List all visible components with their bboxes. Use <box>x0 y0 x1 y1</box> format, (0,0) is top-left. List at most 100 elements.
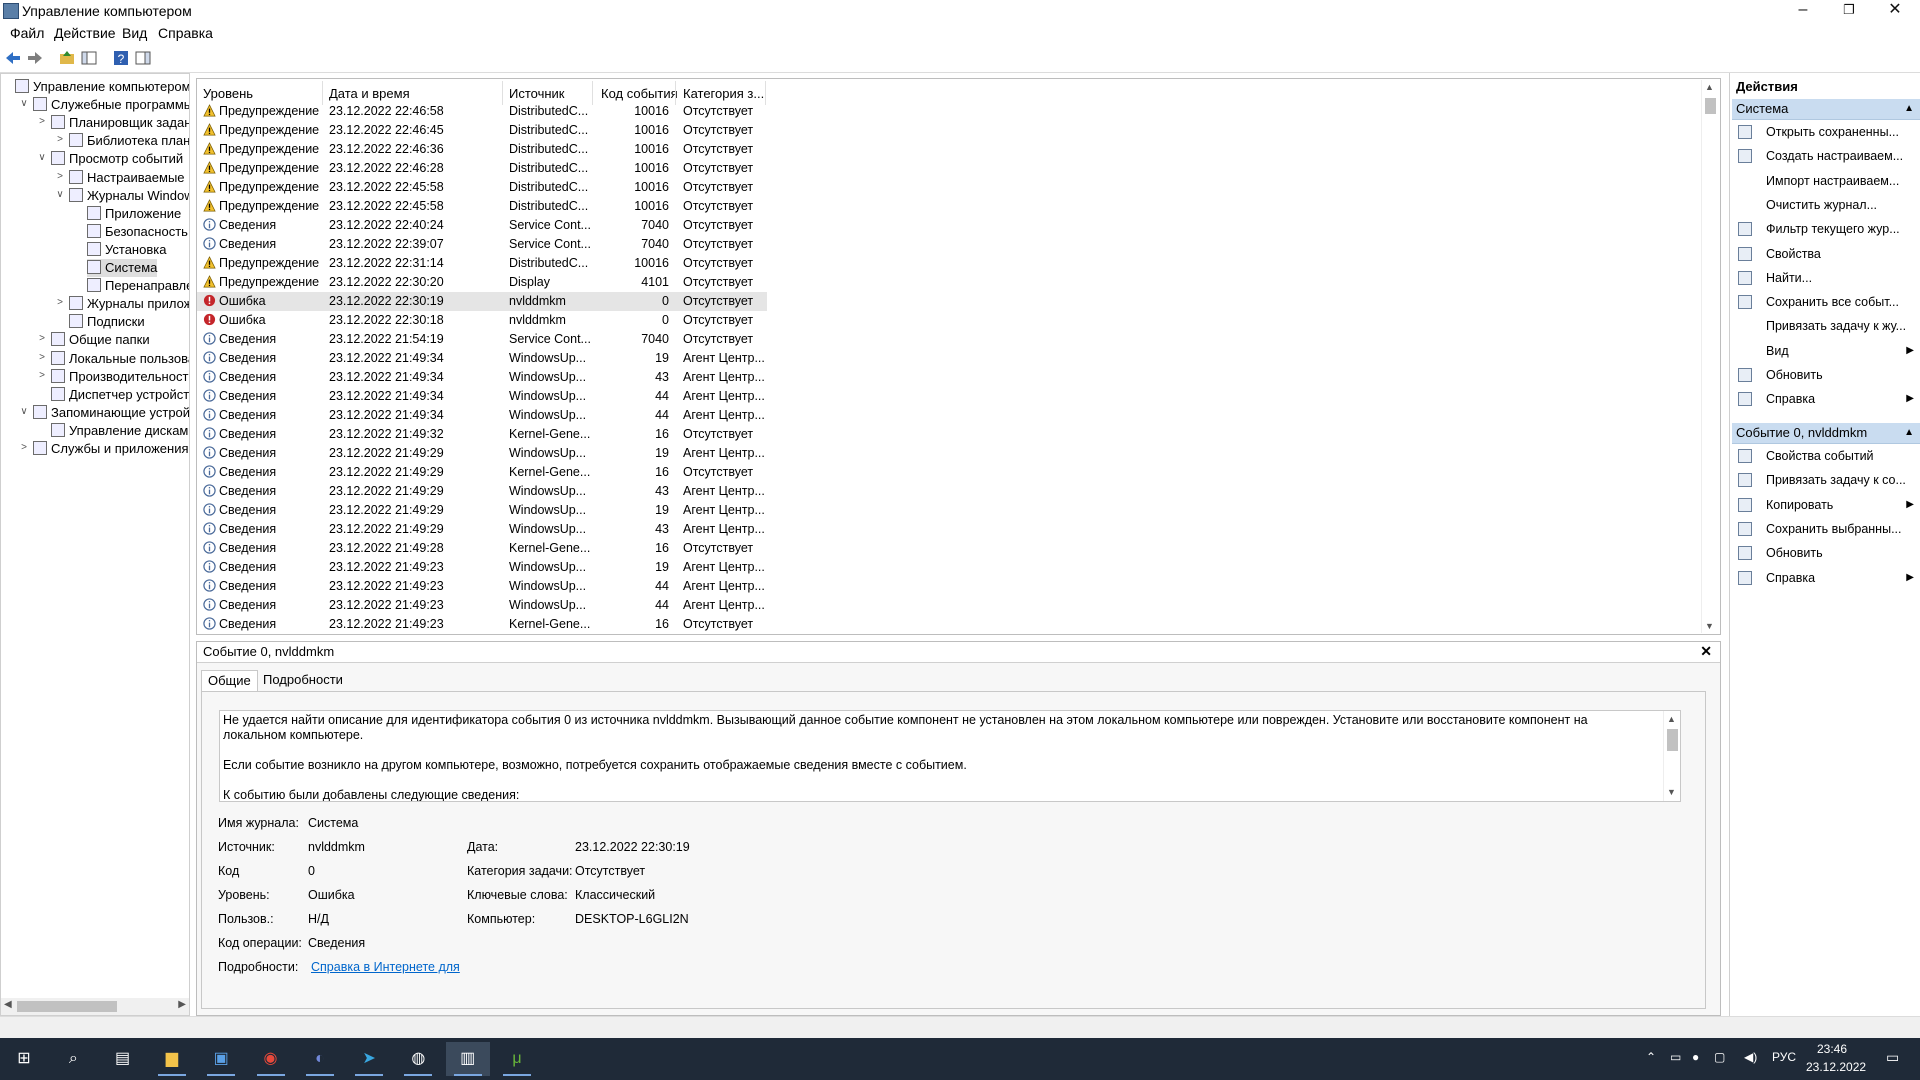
event-row[interactable]: Сведения 23.12.2022 21:49:23 Kernel-Gene..… <box>197 615 767 634</box>
tab-details[interactable]: Подробности <box>257 670 349 690</box>
collapsed-chevron-icon[interactable]: > <box>55 134 65 145</box>
event-row[interactable]: Сведения 23.12.2022 21:54:19 Service Cont.… <box>197 330 767 349</box>
task-view-icon[interactable]: ▤ <box>101 1042 145 1076</box>
event-row[interactable]: Предупреждение 23.12.2022 22:46:36 Distrib… <box>197 140 767 159</box>
utorrent-icon[interactable]: μ <box>495 1042 539 1076</box>
action-item[interactable]: Обновить <box>1732 364 1920 386</box>
scroll-down-icon[interactable]: ▼ <box>1667 785 1676 800</box>
tree-item[interactable]: Библиотека планир <box>69 132 189 150</box>
action-item[interactable]: Импорт настраиваем... <box>1732 170 1920 192</box>
action-item[interactable]: Вид ▶ <box>1732 340 1920 362</box>
event-row[interactable]: Предупреждение 23.12.2022 22:46:28 Distrib… <box>197 159 767 178</box>
scroll-left-icon[interactable]: ◀ <box>4 999 12 1010</box>
network-icon[interactable]: ▭ <box>1670 1050 1681 1064</box>
minimize-button[interactable]: – <box>1780 0 1826 22</box>
clock-time[interactable]: 23:46 <box>1817 1042 1847 1056</box>
steam-icon[interactable]: ◍ <box>396 1042 440 1076</box>
actions-section-event[interactable]: Событие 0, nvlddmkm ▲ <box>1732 423 1920 444</box>
scroll-up-icon[interactable]: ▲ <box>1667 712 1676 727</box>
event-row[interactable]: Сведения 23.12.2022 21:49:29 Kernel-Gene..… <box>197 463 767 482</box>
collapsed-chevron-icon[interactable]: > <box>37 352 47 363</box>
detail-close-icon[interactable]: ✕ <box>1700 643 1712 660</box>
scroll-right-icon[interactable]: ▶ <box>178 999 186 1010</box>
event-row[interactable]: Предупреждение 23.12.2022 22:46:58 Distrib… <box>197 102 767 121</box>
scroll-up-icon[interactable]: ▲ <box>1705 82 1714 92</box>
display-icon[interactable]: ▢ <box>1714 1050 1725 1064</box>
start-icon[interactable]: ⊞ <box>2 1042 46 1076</box>
tab-general[interactable]: Общие <box>201 670 258 691</box>
collapsed-chevron-icon[interactable]: > <box>55 297 65 308</box>
collapse-icon[interactable]: ▲ <box>1904 423 1914 443</box>
tree-item[interactable]: Управление компьютером (л <box>15 78 189 96</box>
event-row[interactable]: Предупреждение 23.12.2022 22:30:20 Display… <box>197 273 767 292</box>
maximize-button[interactable]: ❐ <box>1826 0 1872 22</box>
tree-item[interactable]: Служебные программы <box>33 96 189 114</box>
microphone-icon[interactable]: ● <box>1692 1050 1699 1064</box>
action-item[interactable]: Привязать задачу к со... <box>1732 469 1920 491</box>
language-indicator[interactable]: РУС <box>1772 1050 1796 1064</box>
menu-action[interactable]: Действие <box>54 25 116 41</box>
event-row[interactable]: Сведения 23.12.2022 21:49:29 WindowsUp... 1… <box>197 444 767 463</box>
event-row[interactable]: Сведения 23.12.2022 21:49:29 WindowsUp... 4… <box>197 482 767 501</box>
show-hide-tree-icon[interactable] <box>80 49 98 67</box>
tree-item[interactable]: Локальные пользовате <box>51 350 189 368</box>
tree-item[interactable]: Безопасность <box>87 223 188 241</box>
telegram-icon[interactable]: ➤ <box>347 1042 391 1076</box>
help-icon[interactable]: ? <box>112 49 130 67</box>
tree-item[interactable]: Журналы приложе <box>69 295 189 313</box>
event-description[interactable]: Не удается найти описание для идентифика… <box>219 710 1681 802</box>
action-item[interactable]: Создать настраиваем... <box>1732 145 1920 167</box>
tree-item[interactable]: Просмотр событий <box>51 150 183 168</box>
notifications-icon[interactable]: ▭ <box>1886 1049 1899 1066</box>
show-hidden-icons-icon[interactable]: ⌃ <box>1646 1050 1656 1064</box>
tree-item[interactable]: Настраиваемые пр <box>69 169 189 187</box>
tree-item[interactable]: Управление дисками <box>51 422 189 440</box>
tree-item[interactable]: Общие папки <box>51 331 150 349</box>
tree-item[interactable]: Производительность <box>51 368 189 386</box>
action-item[interactable]: Найти... <box>1732 267 1920 289</box>
menu-view[interactable]: Вид <box>122 25 147 41</box>
event-row[interactable]: Сведения 23.12.2022 21:49:32 Kernel-Gene..… <box>197 425 767 444</box>
chrome-icon[interactable]: ◉ <box>249 1042 293 1076</box>
event-row[interactable]: Сведения 23.12.2022 21:49:34 WindowsUp... 4… <box>197 387 767 406</box>
event-row[interactable]: Предупреждение 23.12.2022 22:31:14 Distrib… <box>197 254 767 273</box>
scroll-down-icon[interactable]: ▼ <box>1705 621 1714 631</box>
up-folder-icon[interactable] <box>58 49 76 67</box>
collapsed-chevron-icon[interactable]: > <box>37 370 47 381</box>
collapsed-chevron-icon[interactable]: > <box>19 442 29 453</box>
tree-item[interactable]: Установка <box>87 241 166 259</box>
action-item[interactable]: Сохранить все событ... <box>1732 291 1920 313</box>
discord-icon[interactable]: ◐ <box>298 1042 342 1076</box>
action-item[interactable]: Открыть сохраненны... <box>1732 121 1920 143</box>
tree-item[interactable]: Приложение <box>87 205 181 223</box>
event-row[interactable]: Предупреждение 23.12.2022 22:45:58 Distrib… <box>197 197 767 216</box>
show-hide-action-pane-icon[interactable] <box>134 49 152 67</box>
collapsed-chevron-icon[interactable]: > <box>37 333 47 344</box>
tree-item[interactable]: Подписки <box>69 313 145 331</box>
menu-help[interactable]: Справка <box>158 25 213 41</box>
action-item[interactable]: Свойства событий <box>1732 445 1920 467</box>
menu-file[interactable]: Файл <box>10 25 44 41</box>
expanded-chevron-icon[interactable]: ∨ <box>19 98 29 109</box>
action-item[interactable]: Копировать ▶ <box>1732 494 1920 516</box>
action-item[interactable]: Обновить <box>1732 542 1920 564</box>
scroll-thumb[interactable] <box>1667 729 1678 751</box>
action-item[interactable]: Фильтр текущего жур... <box>1732 218 1920 240</box>
event-row[interactable]: Сведения 23.12.2022 21:49:34 WindowsUp... 4… <box>197 368 767 387</box>
action-item[interactable]: Очистить журнал... <box>1732 194 1920 216</box>
event-row[interactable]: Ошибка 23.12.2022 22:30:18 nvlddmkm 0 Отсутс… <box>197 311 767 330</box>
forward-icon[interactable] <box>26 49 44 67</box>
scroll-thumb[interactable] <box>1705 98 1716 114</box>
date-value[interactable]: 23.12.2022 22:30:19 <box>575 840 690 854</box>
back-icon[interactable] <box>4 49 22 67</box>
store-icon[interactable]: ▣ <box>199 1042 243 1076</box>
collapsed-chevron-icon[interactable]: > <box>55 171 65 182</box>
horizontal-scrollbar[interactable]: ◀ ▶ <box>1 998 189 1015</box>
action-item[interactable]: Сохранить выбранны... <box>1732 518 1920 540</box>
event-row[interactable]: Ошибка 23.12.2022 22:30:19 nvlddmkm 0 Отсутс… <box>197 292 767 311</box>
action-item[interactable]: Привязать задачу к жу... <box>1732 315 1920 337</box>
expanded-chevron-icon[interactable]: ∨ <box>37 152 47 163</box>
action-item[interactable]: Справка ▶ <box>1732 567 1920 589</box>
event-row[interactable]: Сведения 23.12.2022 21:49:28 Kernel-Gene..… <box>197 539 767 558</box>
tree-item[interactable]: Журналы Windows <box>69 187 189 205</box>
